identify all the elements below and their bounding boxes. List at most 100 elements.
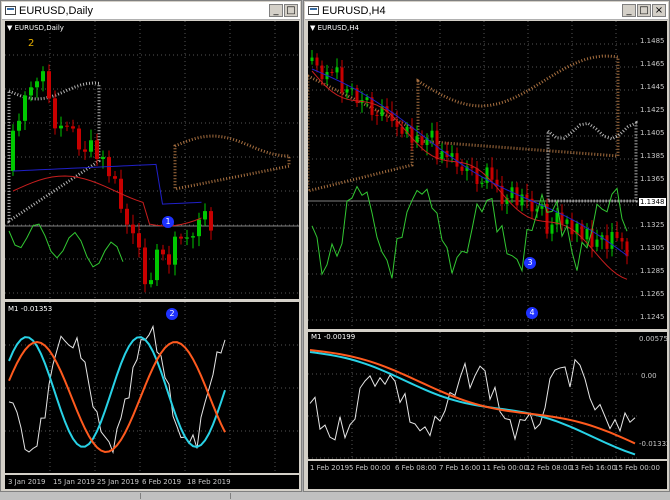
h4-price-pane[interactable]: ▼ EURUSD,H4 3 4 <box>308 21 638 329</box>
candle-body <box>41 71 45 82</box>
daily-indicator-label: M1 -0.01353 <box>8 305 53 313</box>
candle-body <box>185 237 189 239</box>
candle-body <box>167 254 171 265</box>
candle-body <box>550 224 554 234</box>
candle-body <box>23 95 27 121</box>
daily-date-label: 18 Feb 2019 <box>187 478 231 486</box>
price-label: 1.1245 <box>640 313 665 321</box>
candle-body <box>410 126 414 143</box>
candle-body <box>610 231 614 249</box>
candle-body <box>480 182 484 184</box>
candle-body <box>335 67 339 73</box>
daily-date-axis: 3 Jan 2019 15 Jan 2019 25 Jan 2019 6 Feb… <box>5 475 299 489</box>
candle-body <box>440 150 444 160</box>
candle-body <box>430 130 434 138</box>
candle-body <box>420 136 424 146</box>
h4-date-label: 13 Feb 16:00 <box>570 464 616 472</box>
candle-body <box>65 125 69 127</box>
candle-body <box>173 236 177 265</box>
candle-body <box>595 239 599 247</box>
candle-body <box>585 228 589 240</box>
daily-window-title: EURUSD,Daily <box>19 4 93 17</box>
candle-body <box>209 211 213 231</box>
candle-body <box>625 241 629 257</box>
restore-button[interactable]: □ <box>284 4 298 17</box>
h4-date-label: 7 Feb 16:00 <box>439 464 481 472</box>
candle-body <box>197 219 201 237</box>
daily-chart-window[interactable]: EURUSD,Daily _ □ ▼ EURUSD,Daily 2 1 M1 -… <box>0 0 302 492</box>
wave-marker-1: 1 <box>162 216 174 228</box>
h4-date-label: 1 Feb 2019 <box>310 464 350 472</box>
candle-body <box>475 168 479 184</box>
indicator-scale-label: 0.00575 <box>639 335 667 343</box>
indicator-scale-label: -0.01332 <box>639 440 667 448</box>
candle-body <box>11 130 15 171</box>
h4-indicator-pane[interactable]: M1 -0.00199 <box>308 332 638 459</box>
candle-body <box>101 157 105 159</box>
daily-window-titlebar[interactable]: EURUSD,Daily _ □ <box>2 2 300 20</box>
candle-body <box>53 98 57 129</box>
candle-body <box>17 120 21 131</box>
close-button[interactable]: × <box>652 4 666 17</box>
candle-body <box>490 167 494 180</box>
price-label: 1.1385 <box>640 152 665 160</box>
restore-button[interactable]: □ <box>637 4 651 17</box>
price-label: 1.1425 <box>640 106 665 114</box>
minimize-button[interactable]: _ <box>269 4 283 17</box>
daily-price-pane[interactable]: ▼ EURUSD,Daily 2 1 <box>5 21 299 299</box>
ichimoku-cloud <box>416 54 620 158</box>
candle-body <box>155 249 159 281</box>
candle-body <box>615 231 619 239</box>
h4-date-label: 12 Feb 08:00 <box>526 464 572 472</box>
candle-body <box>83 149 87 152</box>
daily-date-label: 25 Jan 2019 <box>97 478 139 486</box>
candle-body <box>365 97 369 100</box>
candle-body <box>345 89 349 93</box>
candle-body <box>59 125 63 129</box>
chikou-line <box>8 223 124 268</box>
indicator-scale-label: 0.00 <box>641 372 657 380</box>
ichimoku-cloud <box>173 134 291 191</box>
candle-body <box>137 233 141 248</box>
wave-marker-4: 4 <box>526 307 538 319</box>
daily-date-label: 3 Jan 2019 <box>8 478 46 486</box>
price-label: 1.1445 <box>640 83 665 91</box>
candle-body <box>565 219 569 224</box>
candle-body <box>460 166 464 171</box>
candle-body <box>375 114 379 117</box>
candle-body <box>620 238 624 242</box>
candle-body <box>35 81 39 88</box>
h4-chart-label: ▼ EURUSD,H4 <box>310 24 359 32</box>
h4-date-label: 5 Feb 00:00 <box>349 464 391 472</box>
current-price-tag: 1.1348 <box>639 198 666 206</box>
h4-date-label: 11 Feb 00:00 <box>482 464 528 472</box>
candle-body <box>89 140 93 152</box>
wave-marker-3: 3 <box>524 257 536 269</box>
candle-body <box>191 236 195 238</box>
h4-window-titlebar[interactable]: EURUSD,H4 _ □ × <box>305 2 668 20</box>
candle-body <box>330 71 334 73</box>
candle-body <box>29 87 33 96</box>
chart-window-icon <box>5 6 16 15</box>
candle-body <box>310 57 314 61</box>
candle-body <box>113 176 117 179</box>
h4-window-title: EURUSD,H4 <box>322 4 386 17</box>
status-bar <box>0 492 670 500</box>
candle-body <box>340 67 344 93</box>
h4-indicator-chart <box>308 332 638 459</box>
h4-date-label: 15 Feb 00:00 <box>614 464 660 472</box>
candle-body <box>149 280 153 285</box>
h4-chart-window[interactable]: EURUSD,H4 _ □ × ▼ EURUSD,H4 3 4 1.1485 1… <box>303 0 670 492</box>
price-label: 1.1265 <box>640 290 665 298</box>
minimize-button[interactable]: _ <box>622 4 636 17</box>
h4-price-axis: 1.1485 1.1465 1.1445 1.1425 1.1405 1.138… <box>638 21 667 329</box>
candle-body <box>47 71 51 99</box>
candle-body <box>315 57 319 66</box>
price-label: 1.1365 <box>640 175 665 183</box>
daily-price-chart <box>5 21 299 299</box>
daily-indicator-pane[interactable]: M1 -0.01353 <box>5 302 299 473</box>
price-label: 1.1285 <box>640 267 665 275</box>
candle-body <box>203 211 207 220</box>
price-label: 1.1325 <box>640 221 665 229</box>
candle-body <box>515 187 519 206</box>
